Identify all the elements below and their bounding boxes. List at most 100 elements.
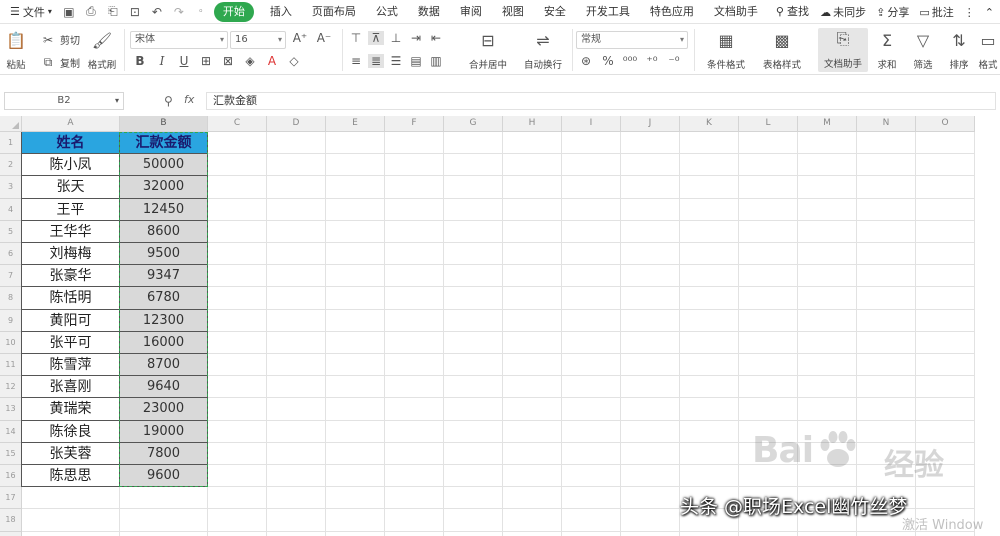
cell-A4[interactable]: 王平 bbox=[22, 198, 120, 221]
cell-O17[interactable] bbox=[916, 487, 975, 510]
cell-B12[interactable]: 9640 bbox=[120, 376, 208, 399]
cell-L12[interactable] bbox=[739, 376, 798, 399]
cell-E5[interactable] bbox=[326, 220, 385, 243]
font-name-select[interactable]: 宋体 ▾ bbox=[130, 31, 228, 49]
cell-G17[interactable] bbox=[444, 487, 503, 510]
cell-L6[interactable] bbox=[739, 243, 798, 266]
align-middle-icon[interactable]: ⊼ bbox=[368, 31, 384, 45]
cell-A2[interactable]: 陈小凤 bbox=[22, 154, 120, 177]
cell-B18[interactable] bbox=[120, 509, 208, 532]
cell-D2[interactable] bbox=[267, 154, 326, 177]
cell-D12[interactable] bbox=[267, 376, 326, 399]
cell-E19[interactable] bbox=[326, 531, 385, 536]
cell-O7[interactable] bbox=[916, 265, 975, 288]
cell-A17[interactable] bbox=[22, 487, 120, 510]
cell-L1[interactable] bbox=[739, 132, 798, 155]
row-header-7[interactable]: 7 bbox=[0, 265, 22, 288]
filter-button[interactable]: ▽ 筛选 bbox=[908, 29, 938, 72]
cell-C16[interactable] bbox=[208, 465, 267, 488]
underline-icon[interactable]: U bbox=[176, 54, 192, 68]
align-left-icon[interactable]: ≡ bbox=[348, 54, 364, 68]
cell-O10[interactable] bbox=[916, 331, 975, 354]
cell-J12[interactable] bbox=[621, 376, 680, 399]
column-header-D[interactable]: D bbox=[267, 116, 326, 132]
cell-A12[interactable]: 张喜刚 bbox=[22, 376, 120, 399]
format-button[interactable]: ▭ 格式 bbox=[976, 29, 1000, 72]
cell-I8[interactable] bbox=[562, 287, 621, 310]
tab-8[interactable]: 开发工具 bbox=[576, 2, 640, 22]
cell-M6[interactable] bbox=[798, 243, 857, 266]
cell-C15[interactable] bbox=[208, 442, 267, 465]
row-header-19[interactable]: 19 bbox=[0, 531, 22, 536]
cell-M10[interactable] bbox=[798, 331, 857, 354]
undo-icon[interactable]: ↶ bbox=[148, 3, 166, 21]
cell-I18[interactable] bbox=[562, 509, 621, 532]
cell-C8[interactable] bbox=[208, 287, 267, 310]
cell-N11[interactable] bbox=[857, 354, 916, 377]
cell-G18[interactable] bbox=[444, 509, 503, 532]
cell-M19[interactable] bbox=[798, 531, 857, 536]
cell-N9[interactable] bbox=[857, 309, 916, 332]
fx-icon[interactable]: fx bbox=[184, 93, 194, 106]
cell-B7[interactable]: 9347 bbox=[120, 265, 208, 288]
row-header-11[interactable]: 11 bbox=[0, 354, 22, 377]
cell-J3[interactable] bbox=[621, 176, 680, 199]
more-icon[interactable]: ⋮ bbox=[964, 6, 975, 19]
cell-F13[interactable] bbox=[385, 398, 444, 421]
cell-A14[interactable]: 陈徐良 bbox=[22, 420, 120, 443]
cell-M4[interactable] bbox=[798, 198, 857, 221]
cell-G15[interactable] bbox=[444, 442, 503, 465]
collapse-icon[interactable]: ⌃ bbox=[985, 6, 994, 19]
cell-F4[interactable] bbox=[385, 198, 444, 221]
cell-E6[interactable] bbox=[326, 243, 385, 266]
cell-C14[interactable] bbox=[208, 420, 267, 443]
copy-button[interactable]: ⧉ 复制 bbox=[40, 55, 80, 70]
number-format-select[interactable]: 常规 ▾ bbox=[576, 31, 688, 49]
cell-I7[interactable] bbox=[562, 265, 621, 288]
cell-G6[interactable] bbox=[444, 243, 503, 266]
cell-J16[interactable] bbox=[621, 465, 680, 488]
cell-H6[interactable] bbox=[503, 243, 562, 266]
cell-F9[interactable] bbox=[385, 309, 444, 332]
cell-E9[interactable] bbox=[326, 309, 385, 332]
cell-I13[interactable] bbox=[562, 398, 621, 421]
cell-F12[interactable] bbox=[385, 376, 444, 399]
cell-C18[interactable] bbox=[208, 509, 267, 532]
cell-M8[interactable] bbox=[798, 287, 857, 310]
cell-A1[interactable]: 姓名 bbox=[22, 132, 120, 155]
cell-H3[interactable] bbox=[503, 176, 562, 199]
cell-M1[interactable] bbox=[798, 132, 857, 155]
cell-I17[interactable] bbox=[562, 487, 621, 510]
cell-M2[interactable] bbox=[798, 154, 857, 177]
cell-K19[interactable] bbox=[680, 531, 739, 536]
format-painter-button[interactable]: 🖌 格式刷 bbox=[86, 29, 118, 72]
cell-M9[interactable] bbox=[798, 309, 857, 332]
column-header-O[interactable]: O bbox=[916, 116, 975, 132]
cell-N12[interactable] bbox=[857, 376, 916, 399]
cell-H19[interactable] bbox=[503, 531, 562, 536]
cell-C1[interactable] bbox=[208, 132, 267, 155]
cell-A10[interactable]: 张平可 bbox=[22, 331, 120, 354]
cell-A18[interactable] bbox=[22, 509, 120, 532]
border-icon[interactable]: ⊞ bbox=[198, 54, 214, 68]
cell-G3[interactable] bbox=[444, 176, 503, 199]
cell-I3[interactable] bbox=[562, 176, 621, 199]
cell-H9[interactable] bbox=[503, 309, 562, 332]
cell-B11[interactable]: 8700 bbox=[120, 354, 208, 377]
cell-A13[interactable]: 黄瑞荣 bbox=[22, 398, 120, 421]
paste-button[interactable]: 📋 粘贴 bbox=[4, 29, 28, 72]
doc-helper-button[interactable]: ⎘ 文档助手 bbox=[818, 28, 868, 72]
cell-J5[interactable] bbox=[621, 220, 680, 243]
column-header-C[interactable]: C bbox=[208, 116, 267, 132]
print-icon[interactable]: ⎗ bbox=[104, 3, 122, 21]
sort-button[interactable]: ⇅ 排序 bbox=[944, 29, 974, 72]
cell-G12[interactable] bbox=[444, 376, 503, 399]
cell-F3[interactable] bbox=[385, 176, 444, 199]
cell-M12[interactable] bbox=[798, 376, 857, 399]
cell-B17[interactable] bbox=[120, 487, 208, 510]
align-center-icon[interactable]: ≣ bbox=[368, 54, 384, 68]
cell-N1[interactable] bbox=[857, 132, 916, 155]
cell-I15[interactable] bbox=[562, 442, 621, 465]
cell-D3[interactable] bbox=[267, 176, 326, 199]
thousands-icon[interactable]: ⁰⁰⁰ bbox=[622, 54, 638, 68]
